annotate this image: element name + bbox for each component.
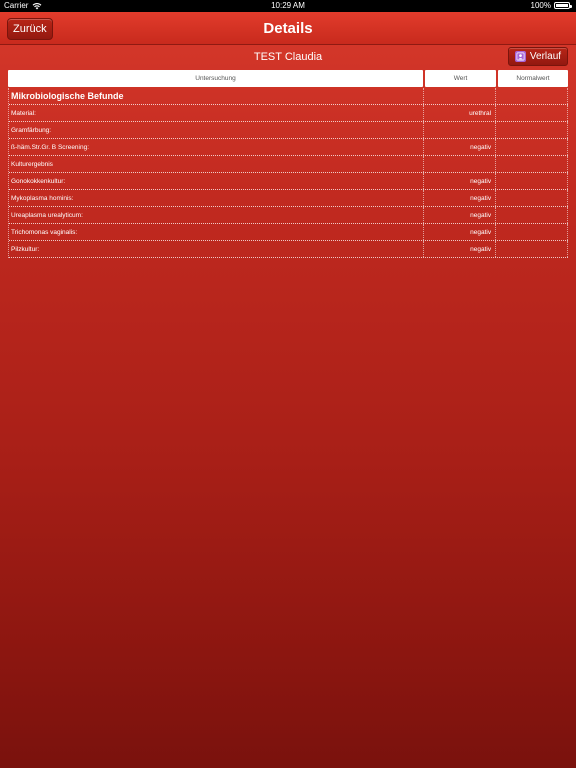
table-row[interactable]: Pilzkultur: negativ xyxy=(9,241,568,258)
test-value: negativ xyxy=(424,173,497,189)
battery-icon xyxy=(554,2,572,9)
test-value xyxy=(424,156,497,172)
test-name: Ureaplasma urealyticum: xyxy=(9,207,425,223)
test-name: Pilzkultur: xyxy=(9,241,425,257)
test-normal-value xyxy=(496,122,568,138)
test-value: negativ xyxy=(424,224,497,240)
test-value: negativ xyxy=(424,139,497,155)
test-name: Gonokokkenkultur: xyxy=(9,173,425,189)
test-value: negativ xyxy=(424,241,497,257)
table-row[interactable]: Ureaplasma urealyticum: negativ xyxy=(9,207,568,224)
test-normal-value xyxy=(496,190,568,206)
column-header-wert: Wert xyxy=(425,70,496,87)
results-table: Untersuchung Wert Normalwert Mikrobiolog… xyxy=(8,70,568,258)
test-normal-value xyxy=(496,156,568,172)
test-name: ß-häm.Str.Gr. B Screening: xyxy=(9,139,425,155)
table-row[interactable]: Gramfärbung: xyxy=(9,122,568,139)
battery-level xyxy=(556,4,568,7)
column-header-normalwert: Normalwert xyxy=(498,70,568,87)
section-value-cell xyxy=(424,88,497,104)
battery-info: 100% xyxy=(530,1,572,10)
test-value: negativ xyxy=(424,207,497,223)
test-normal-value xyxy=(496,241,568,257)
clock: 10:29 AM xyxy=(271,1,305,10)
column-header-untersuchung: Untersuchung xyxy=(8,70,423,87)
test-normal-value xyxy=(496,105,568,121)
verlauf-button[interactable]: Verlauf xyxy=(508,47,568,66)
test-normal-value xyxy=(496,139,568,155)
person-icon xyxy=(514,51,526,62)
table-header: Untersuchung Wert Normalwert xyxy=(8,70,568,87)
test-normal-value xyxy=(496,207,568,223)
test-value: negativ xyxy=(424,190,497,206)
test-value xyxy=(424,122,497,138)
section-normal-cell xyxy=(496,88,568,104)
test-name: Kulturergebnis xyxy=(9,156,425,172)
table-row[interactable]: Mykoplasma hominis: negativ xyxy=(9,190,568,207)
test-value: urethral xyxy=(424,105,497,121)
status-bar: Carrier 10:29 AM 100% xyxy=(0,0,576,12)
test-name: Gramfärbung: xyxy=(9,122,425,138)
test-normal-value xyxy=(496,173,568,189)
table-body: Mikrobiologische Befunde Material: urethr… xyxy=(8,88,568,258)
test-name: Trichomonas vaginalis: xyxy=(9,224,425,240)
test-normal-value xyxy=(496,224,568,240)
test-name: Mykoplasma hominis: xyxy=(9,190,425,206)
test-name: Material: xyxy=(9,105,425,121)
battery-percent: 100% xyxy=(530,1,551,10)
table-row[interactable]: ß-häm.Str.Gr. B Screening: negativ xyxy=(9,139,568,156)
table-row[interactable]: Gonokokkenkultur: negativ xyxy=(9,173,568,190)
section-title: Mikrobiologische Befunde xyxy=(9,88,425,104)
page-title: Details xyxy=(263,20,313,37)
table-row[interactable]: Material: urethral xyxy=(9,105,568,122)
table-row[interactable]: Trichomonas vaginalis: negativ xyxy=(9,224,568,241)
patient-name: TEST Claudia xyxy=(253,51,323,63)
verlauf-label: Verlauf xyxy=(529,51,562,62)
table-row[interactable]: Kulturergebnis xyxy=(9,156,568,173)
section-row: Mikrobiologische Befunde xyxy=(9,88,568,105)
navigation-bar: Zurück Details xyxy=(0,12,576,45)
